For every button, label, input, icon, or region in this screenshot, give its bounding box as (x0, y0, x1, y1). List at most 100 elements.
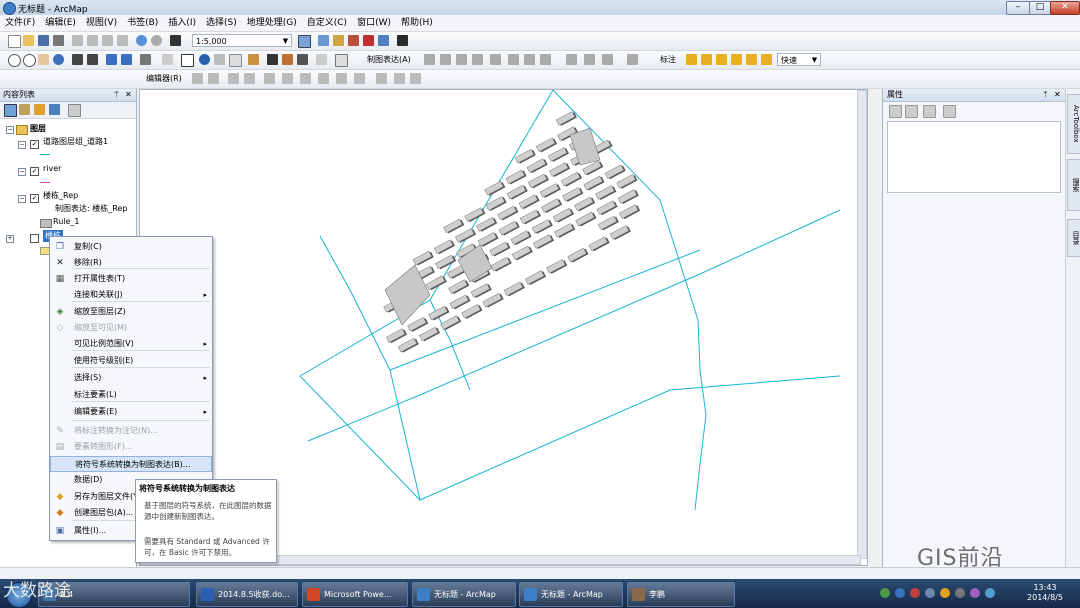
rep-mask-icon[interactable] (540, 54, 551, 65)
cut-polygons-icon[interactable] (318, 73, 329, 84)
open-folder-icon[interactable] (23, 35, 34, 46)
taskbar-item-1[interactable]: 2014.8.5收获.do... (196, 582, 298, 607)
menu-item-3[interactable]: 连接和关联(J) ▸ (50, 287, 212, 303)
layer-2-name[interactable]: river (43, 163, 61, 175)
clear-selection-icon[interactable] (162, 54, 173, 65)
rep-direct-select-icon[interactable] (440, 54, 451, 65)
edit-annotation-icon[interactable] (208, 73, 219, 84)
scale-combo[interactable]: 1:5,000 ▼ (192, 34, 292, 47)
edit-tool-icon[interactable] (192, 73, 203, 84)
expand-layer-1-icon[interactable]: − (18, 141, 26, 149)
properties-tool-4-icon[interactable] (943, 105, 956, 118)
layer-1-checkbox[interactable]: ✓ (30, 140, 39, 149)
arctoolbox-tab[interactable]: ArcToolbox (1067, 94, 1080, 154)
tray-flag-icon[interactable] (955, 588, 965, 598)
rep-properties-icon[interactable] (584, 54, 595, 65)
find-route-icon[interactable] (282, 54, 293, 65)
window-icon-1[interactable] (318, 35, 329, 46)
menu-bookmarks[interactable]: 书签(B) (122, 15, 163, 31)
menu-geoprocessing[interactable]: 地理处理(G) (242, 15, 302, 31)
measure-icon[interactable] (248, 54, 259, 65)
rep-erase-icon[interactable] (490, 54, 501, 65)
catalog-tab[interactable]: 目录 (1067, 219, 1080, 257)
redo-icon[interactable] (151, 35, 162, 46)
lock-labels-icon[interactable] (731, 54, 742, 65)
list-by-source-icon[interactable] (19, 104, 30, 115)
cut-icon[interactable] (72, 35, 83, 46)
label-manager-icon[interactable] (686, 54, 697, 65)
hyperlink-icon[interactable] (214, 54, 225, 65)
window-icon-3[interactable] (348, 35, 359, 46)
pause-labels-icon[interactable] (746, 54, 757, 65)
layer-4-checkbox[interactable] (30, 234, 39, 243)
representation-menu[interactable]: 制图表达(A) (367, 54, 411, 66)
end-point-arc-icon[interactable] (244, 73, 255, 84)
go-to-xy-icon[interactable] (297, 54, 308, 65)
list-by-selection-icon[interactable] (49, 104, 60, 115)
expand-layer-2-icon[interactable]: − (18, 168, 26, 176)
menu-item-7[interactable]: 使用符号级别(E) (50, 353, 212, 369)
new-document-icon[interactable] (8, 35, 21, 48)
trace-icon[interactable] (264, 73, 275, 84)
select-features-icon[interactable] (140, 54, 151, 65)
forward-arrow-icon[interactable] (121, 54, 132, 65)
menu-insert[interactable]: 插入(I) (163, 15, 201, 31)
menu-item-8[interactable]: 选择(S) ▸ (50, 370, 212, 386)
menu-item-10[interactable]: 编辑要素(E) ▸ (50, 404, 212, 420)
menu-view[interactable]: 视图(V) (81, 15, 122, 31)
model-builder-icon[interactable] (397, 35, 408, 46)
maximize-button[interactable]: □ (1029, 1, 1051, 15)
view-unplaced-icon[interactable] (761, 54, 772, 65)
menu-item-12[interactable]: ▤ 要素转图形(F)... (50, 439, 212, 455)
arctoolbox-icon[interactable] (363, 35, 374, 46)
editor-toolbar-icon[interactable] (298, 35, 311, 48)
taskbar-item-4[interactable]: 无标题 - ArcMap (519, 582, 623, 607)
taskbar-item-5[interactable]: 李鹏 (627, 582, 735, 607)
full-extent-icon[interactable] (53, 54, 64, 65)
menu-item-6[interactable]: 可见比例范围(V) ▸ (50, 336, 212, 352)
layer-3-checkbox[interactable]: ✓ (30, 194, 39, 203)
pin-icon[interactable]: ᛘ (1043, 89, 1048, 101)
add-data-icon[interactable] (170, 35, 181, 46)
taskbar-item-3[interactable]: 无标题 - ArcMap (412, 582, 516, 607)
tray-update-icon[interactable] (940, 588, 950, 598)
tray-network-icon[interactable] (880, 588, 890, 598)
menu-item-2[interactable]: ▦ 打开属性表(T) (50, 271, 212, 287)
close-button[interactable]: ✕ (1050, 1, 1080, 15)
tray-ime-icon[interactable] (970, 588, 980, 598)
list-by-drawing-order-icon[interactable] (4, 104, 17, 117)
delete-icon[interactable] (117, 35, 128, 46)
rep-reshape-icon[interactable] (524, 54, 535, 65)
menu-item-0[interactable]: ❐ 复制(C) (50, 239, 212, 255)
properties-tool-3-icon[interactable] (923, 105, 936, 118)
rotate-icon[interactable] (354, 73, 365, 84)
label-weight-icon[interactable] (716, 54, 727, 65)
create-features-icon[interactable] (410, 73, 421, 84)
editor-menu[interactable]: 编辑器(R) (146, 73, 182, 85)
split-icon[interactable] (336, 73, 347, 84)
layer-2-checkbox[interactable]: ✓ (30, 167, 39, 176)
time-slider-icon[interactable] (316, 54, 327, 65)
zoom-out-icon[interactable] (23, 54, 36, 67)
reshape-icon[interactable] (300, 73, 311, 84)
expand-layer-4-icon[interactable]: + (6, 235, 14, 243)
menu-edit[interactable]: 编辑(E) (40, 15, 81, 31)
html-popup-icon[interactable] (229, 54, 242, 67)
zoom-in-icon[interactable] (8, 54, 21, 67)
fixed-zoom-out-icon[interactable] (87, 54, 98, 65)
copy-toolbar-icon[interactable] (87, 35, 98, 46)
attributes-icon[interactable] (376, 73, 387, 84)
back-arrow-icon[interactable] (106, 54, 117, 65)
rep-rule-icon[interactable] (566, 54, 577, 65)
taskbar-item-2[interactable]: Microsoft Powe... (302, 582, 408, 607)
window-icon-2[interactable] (333, 35, 344, 46)
close-icon[interactable]: ✕ (125, 89, 132, 101)
label-quality-combo[interactable]: 快速 ▼ (777, 53, 821, 66)
fixed-zoom-in-icon[interactable] (72, 54, 83, 65)
rep-free-icon[interactable] (508, 54, 519, 65)
search-tab[interactable]: 搜索 (1067, 159, 1080, 211)
properties-tool-1-icon[interactable] (889, 105, 902, 118)
close-icon[interactable]: ✕ (1054, 89, 1061, 101)
menu-item-5[interactable]: ◇ 缩放至可见(M) (50, 320, 212, 336)
layer-1-name[interactable]: 道路图层组_道路1 (43, 136, 108, 148)
